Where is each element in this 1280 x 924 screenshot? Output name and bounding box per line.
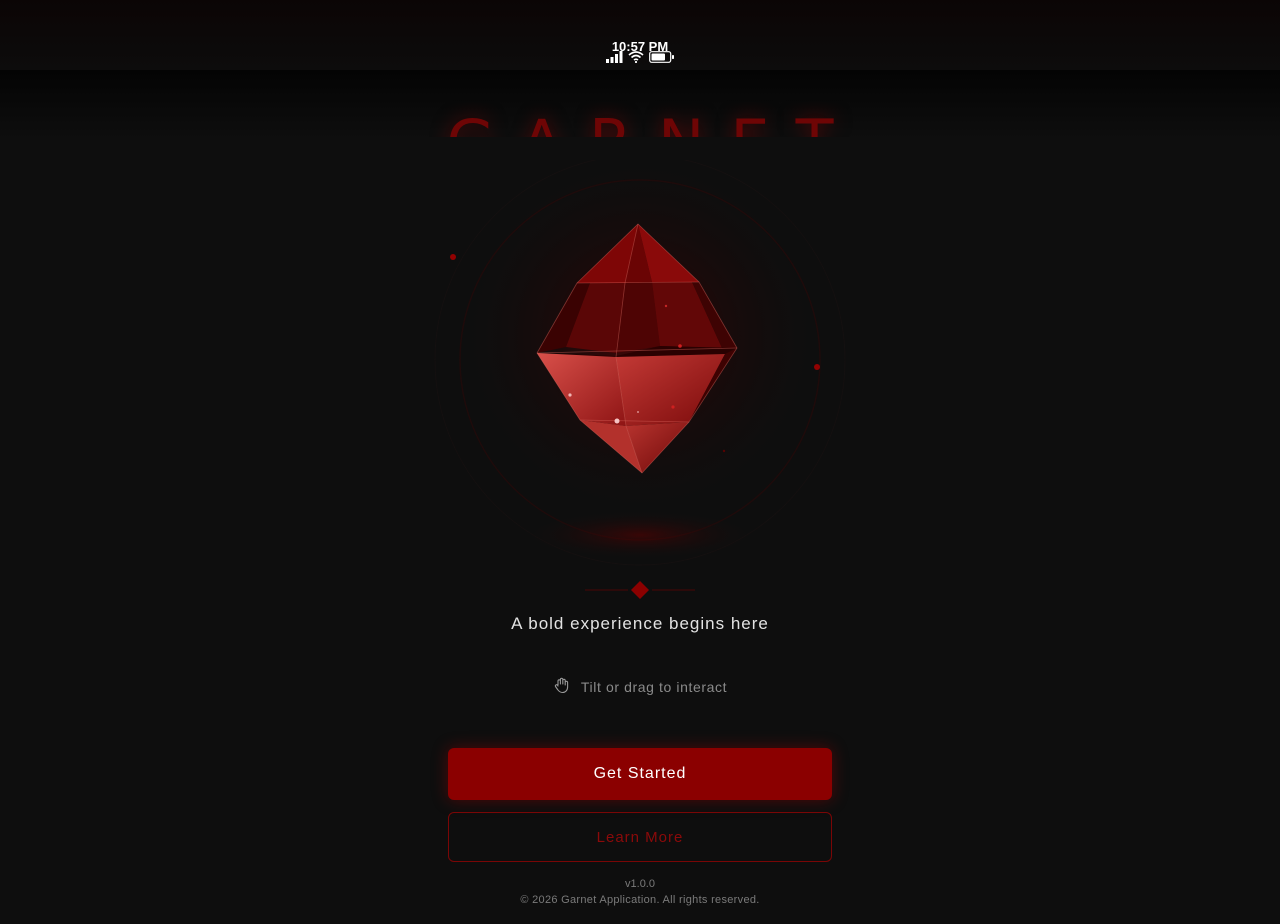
brand-title: GARNET: [0, 100, 1280, 138]
interaction-hint: Tilt or drag to interact: [0, 676, 1280, 697]
learn-more-button[interactable]: Learn More: [448, 812, 832, 862]
battery-icon: [649, 50, 675, 68]
tagline: A bold experience begins here: [511, 614, 769, 633]
wifi-icon: [628, 50, 644, 68]
status-icons: [605, 50, 675, 68]
get-started-button[interactable]: Get Started: [448, 748, 832, 800]
ornament-divider: [580, 580, 700, 600]
hand-icon: [553, 676, 571, 697]
gem-stage[interactable]: [430, 154, 850, 580]
brand-title-container: GARNET: [0, 100, 1280, 138]
interaction-hint-text: Tilt or drag to interact: [580, 678, 728, 695]
app-version: v1.0.0: [625, 878, 655, 890]
status-bar: 10:57 PM: [0, 0, 1280, 70]
copyright-text: © 2026 Garnet Application. All rights re…: [520, 894, 760, 906]
signal-icon: [605, 50, 623, 68]
